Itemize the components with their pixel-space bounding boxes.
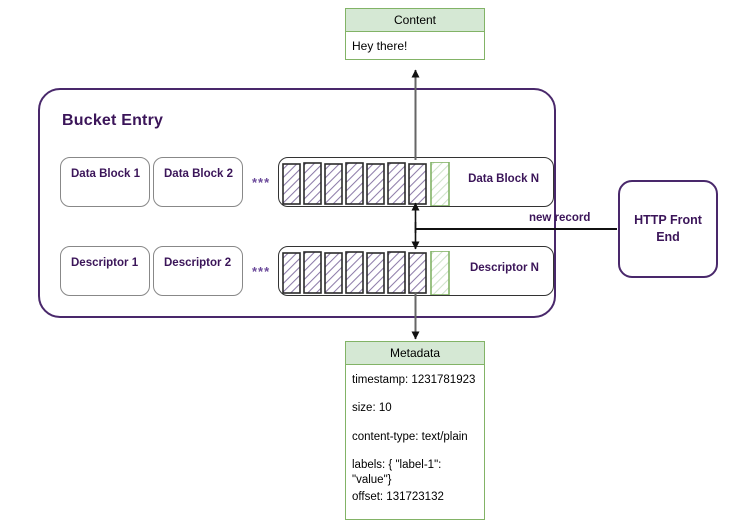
data-blocks-ellipsis: ***: [252, 175, 271, 190]
data-block-n-label: Data Block N: [468, 173, 539, 185]
edge-label-new-record: new record: [529, 212, 591, 224]
bucket-entry-container: Bucket Entry Data Block 1 Data Block 2 *…: [38, 88, 556, 318]
data-block-n-usage-bars: [282, 162, 450, 206]
diagram-canvas: Content Hey there! Metadata timestamp: 1…: [0, 0, 739, 530]
descriptor-1[interactable]: Descriptor 1: [60, 246, 150, 296]
http-front-end-line1: HTTP Front: [634, 213, 702, 228]
metadata-line-content-type: content-type: text/plain: [352, 430, 468, 443]
content-box-header: Content: [345, 8, 485, 32]
descriptors-ellipsis: ***: [252, 264, 271, 279]
descriptor-2[interactable]: Descriptor 2: [153, 246, 243, 296]
metadata-line-timestamp: timestamp: 1231781923: [352, 374, 476, 386]
content-box: Content Hey there!: [345, 8, 485, 60]
http-front-end-label: HTTP Front End: [634, 212, 702, 246]
metadata-box: Metadata timestamp: 1231781923 size: 10 …: [345, 341, 485, 520]
data-block-n[interactable]: Data Block N: [278, 157, 554, 207]
data-block-2[interactable]: Data Block 2: [153, 157, 243, 207]
descriptor-1-label: Descriptor 1: [71, 257, 139, 269]
metadata-box-header: Metadata: [345, 341, 485, 365]
bucket-entry-title: Bucket Entry: [62, 112, 164, 129]
metadata-box-body: timestamp: 1231781923 size: 10 content-t…: [345, 365, 485, 520]
descriptor-n[interactable]: Descriptor N: [278, 246, 554, 296]
data-block-2-label: Data Block 2: [164, 168, 234, 180]
descriptor-n-label: Descriptor N: [469, 262, 539, 274]
metadata-line-size: size: 10: [352, 402, 392, 415]
descriptor-2-label: Descriptor 2: [164, 257, 232, 269]
content-box-body: Hey there!: [345, 32, 485, 60]
metadata-line-offset: offset: 131723132: [352, 490, 444, 503]
metadata-line-labels: labels: { "label-1": "value"}: [352, 459, 442, 486]
http-front-end-box[interactable]: HTTP Front End: [618, 180, 718, 278]
data-block-1[interactable]: Data Block 1: [60, 157, 150, 207]
data-block-1-label: Data Block 1: [71, 168, 141, 180]
http-front-end-line2: End: [656, 230, 680, 244]
descriptor-n-usage-bars: [282, 251, 450, 295]
